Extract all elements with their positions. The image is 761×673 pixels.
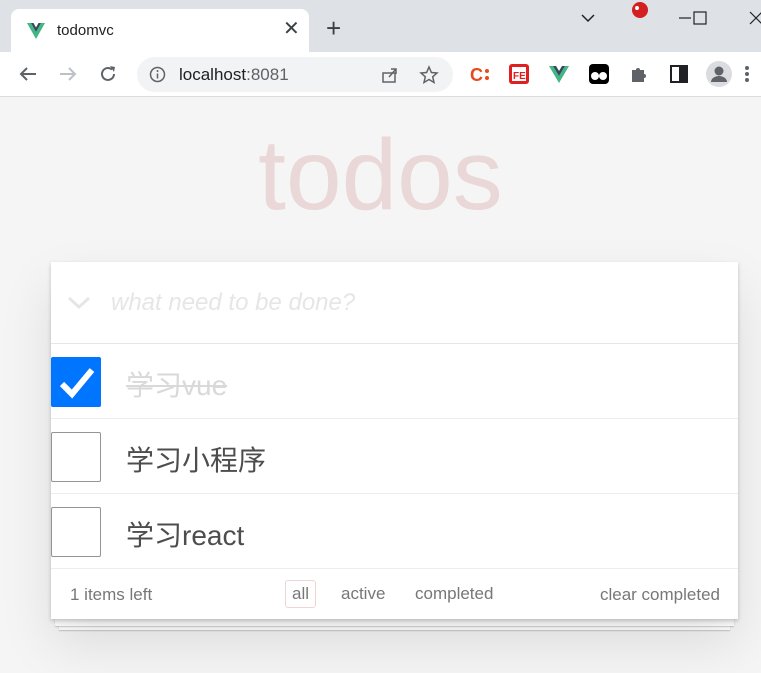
extension-tampermonkey-icon[interactable]: [588, 63, 610, 85]
browser-tabstrip: todomvc ✕ +: [0, 0, 761, 52]
clear-completed-button[interactable]: clear completed: [600, 585, 720, 605]
browser-tab[interactable]: todomvc ✕: [11, 9, 309, 52]
todo-header: [51, 262, 738, 344]
items-left-count: 1 items left: [70, 585, 153, 604]
vue-devtools-icon[interactable]: [548, 63, 570, 85]
side-panel-icon[interactable]: [668, 63, 690, 85]
todo-footer: 1 items left all active completed clear …: [51, 569, 738, 619]
extension-fe-icon[interactable]: FE: [508, 63, 530, 85]
share-icon[interactable]: [380, 65, 400, 85]
forward-icon[interactable]: [57, 63, 79, 85]
filter-completed[interactable]: completed: [408, 580, 500, 608]
profile-icon[interactable]: [706, 61, 732, 87]
todo-item: 学习vue: [51, 344, 738, 419]
checkmark-icon: [59, 368, 95, 399]
puzzle-icon[interactable]: [628, 63, 650, 85]
browser-toolbar: localhost:8081 C FE: [0, 52, 761, 97]
back-icon[interactable]: [17, 63, 39, 85]
todo-app: 学习vue 学习小程序 学习react 1 items left all act…: [51, 262, 738, 619]
todo-item: 学习react: [51, 494, 738, 569]
filter-all[interactable]: all: [285, 580, 317, 608]
url-host: localhost: [179, 65, 247, 84]
filter-active[interactable]: active: [334, 580, 392, 608]
toggle-all-chevron-icon[interactable]: [65, 288, 93, 316]
info-icon[interactable]: [149, 66, 166, 83]
close-icon[interactable]: ✕: [283, 19, 300, 39]
new-todo-input[interactable]: [111, 278, 721, 328]
todo-list: 学习vue 学习小程序 学习react: [51, 344, 738, 569]
todo-label[interactable]: 学习vue: [126, 364, 227, 404]
url-text: localhost:8081: [179, 65, 289, 85]
extension-c-icon[interactable]: C: [469, 63, 491, 85]
todo-label[interactable]: 学习react: [126, 514, 244, 554]
profile-badge-icon[interactable]: [628, 0, 652, 24]
url-port: :8081: [246, 65, 289, 84]
paper-stack-shadow: [55, 618, 734, 626]
todo-item: 学习小程序: [51, 419, 738, 494]
todo-checkbox[interactable]: [51, 432, 101, 482]
maximize-icon[interactable]: [690, 8, 710, 28]
address-bar[interactable]: localhost:8081: [137, 57, 453, 92]
reload-icon[interactable]: [97, 63, 119, 85]
tab-title: todomvc: [57, 22, 114, 39]
app-title: todos: [258, 119, 503, 231]
vue-logo-icon: [27, 23, 45, 39]
todo-checkbox[interactable]: [51, 507, 101, 557]
menu-icon[interactable]: [742, 63, 752, 85]
chevron-down-icon[interactable]: [578, 8, 598, 28]
svg-text:C: C: [470, 65, 483, 85]
star-icon[interactable]: [419, 65, 439, 85]
todo-checkbox[interactable]: [51, 357, 101, 407]
close-window-icon[interactable]: [746, 8, 761, 28]
plus-icon[interactable]: +: [326, 15, 341, 41]
svg-text:FE: FE: [513, 71, 526, 82]
todo-label[interactable]: 学习小程序: [126, 439, 266, 479]
